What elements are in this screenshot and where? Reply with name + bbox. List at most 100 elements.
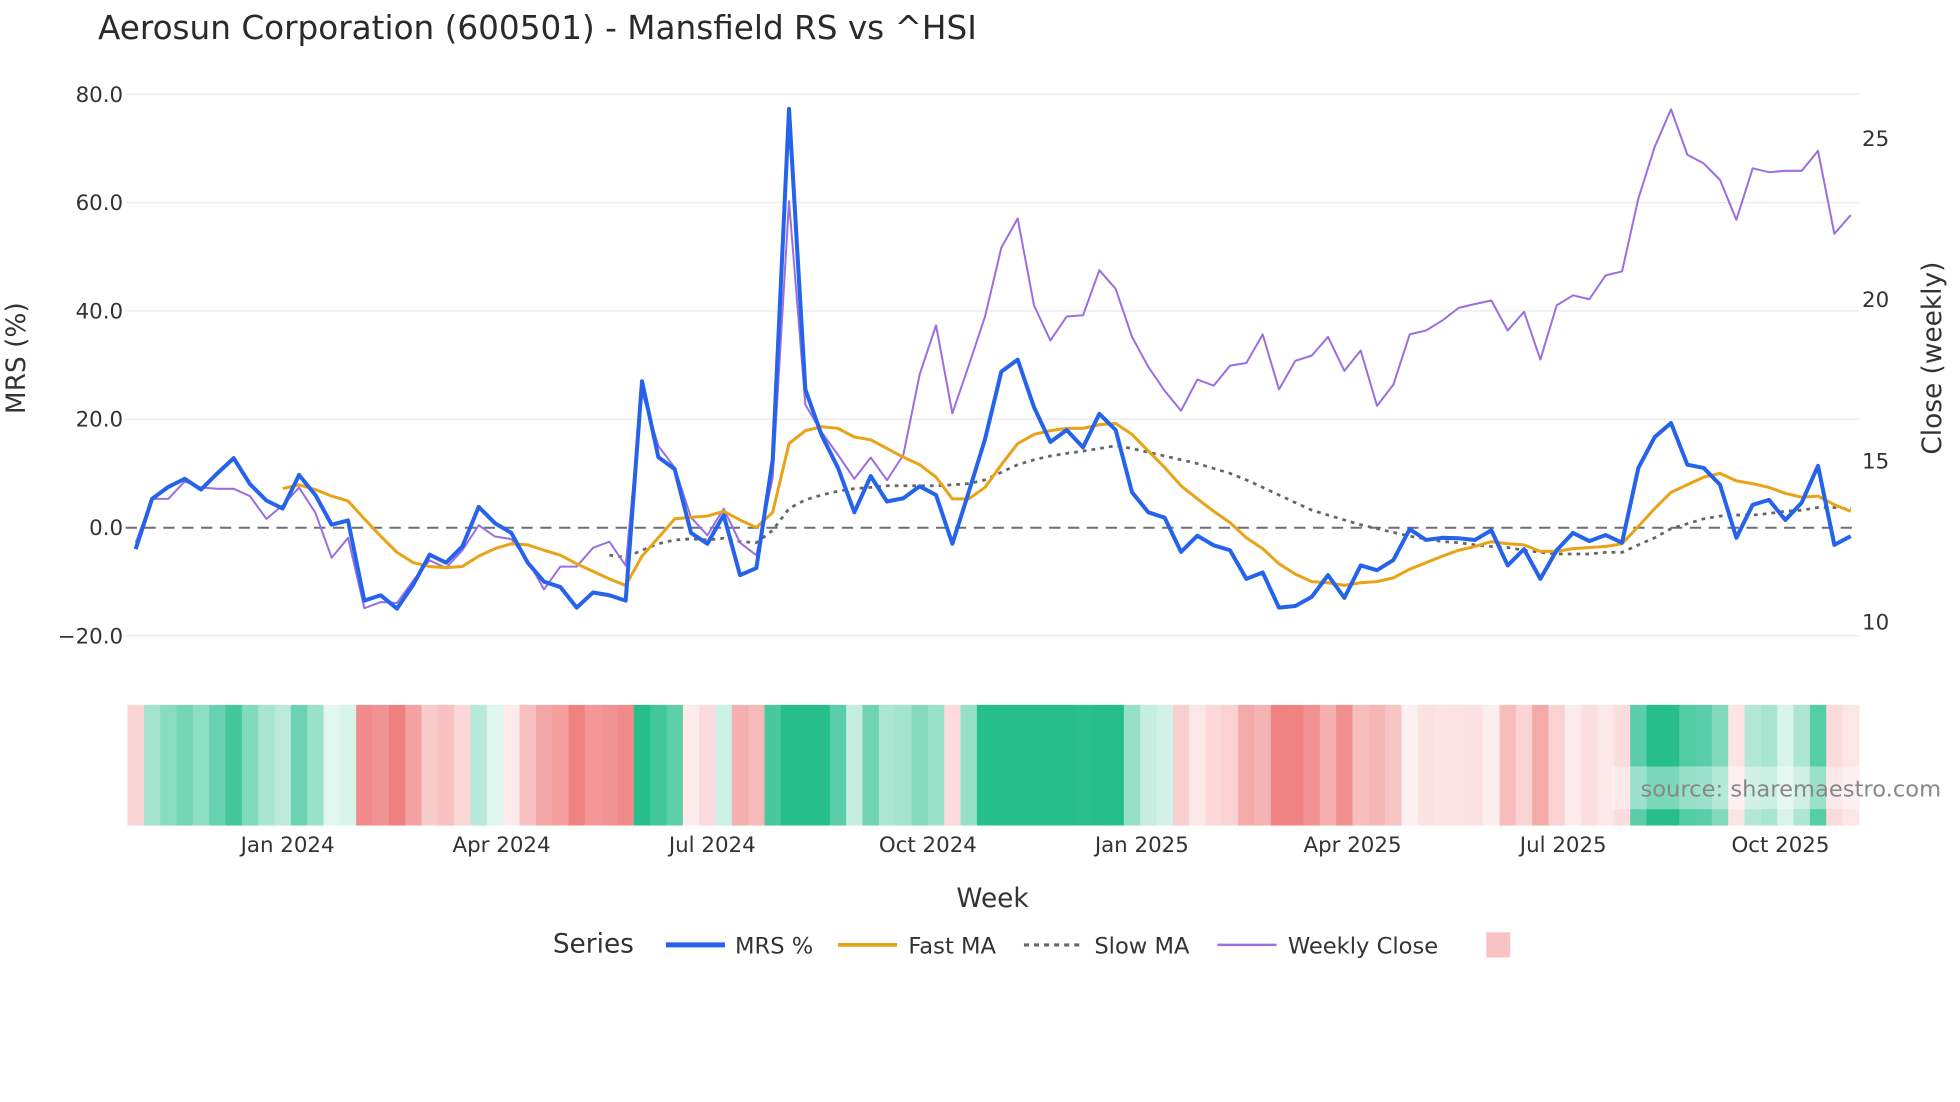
source-annotation: source: sharemaestro.com <box>1611 766 1941 810</box>
mrs-heatmap <box>127 704 1860 826</box>
series-line-fast-ma <box>282 421 1852 587</box>
heatmap-cell <box>323 704 341 826</box>
legend-item-fast-ma[interactable]: Fast MA <box>838 934 997 960</box>
heatmap-cell <box>601 704 619 826</box>
heatmap-cell <box>1238 704 1256 826</box>
legend: Series MRS % Fast MA Slow MA Weekly Clos… <box>553 929 1511 960</box>
x-tick-label: Apr 2025 <box>1304 833 1402 858</box>
heatmap-cell <box>976 704 994 826</box>
y-tick-label: 40.0 <box>76 299 124 324</box>
x-tick-label: Jan 2025 <box>1093 833 1189 858</box>
y-tick-label: 0.0 <box>89 516 123 541</box>
heatmap-cell <box>650 704 668 826</box>
heatmap-cell <box>1336 704 1354 826</box>
y2-tick-label: 10 <box>1862 611 1889 636</box>
legend-item-weekly-close[interactable]: Weekly Close <box>1217 934 1438 960</box>
heatmap-cell <box>1025 704 1043 826</box>
y-tick-label: 20.0 <box>76 408 124 433</box>
heatmap-cell <box>339 704 357 826</box>
heatmap-cell <box>143 704 161 826</box>
heatmap-cell <box>1352 704 1370 826</box>
x-axis-title: Week <box>956 884 1029 914</box>
heatmap-cell <box>1140 704 1158 826</box>
heatmap-cell <box>1189 704 1207 826</box>
heatmap-cell <box>1564 704 1582 826</box>
heatmap-cell <box>797 704 815 826</box>
heatmap-cell <box>862 704 880 826</box>
heatmap-cell <box>225 704 243 826</box>
heatmap-cell <box>829 704 847 826</box>
x-tick-label: Jul 2025 <box>1518 833 1607 858</box>
legend-label: MRS % <box>735 934 813 960</box>
source-label: source: sharemaestro.com <box>1640 777 1941 803</box>
heatmap-cell <box>1385 704 1403 826</box>
heatmap-cell <box>307 704 325 826</box>
heatmap-cell <box>1319 704 1337 826</box>
heatmap-cell <box>470 704 488 826</box>
x-tick-label: Apr 2024 <box>453 833 551 858</box>
y2-axis-title: Close (weekly) <box>1918 262 1948 455</box>
heatmap-cell <box>780 704 798 826</box>
heatmap-cell <box>241 704 259 826</box>
heatmap-cell <box>911 704 929 826</box>
heatmap-cell <box>1581 704 1599 826</box>
y-axis-title: MRS (%) <box>2 302 32 414</box>
heatmap-cell <box>1303 704 1321 826</box>
series-lines <box>133 106 1852 611</box>
heatmap-cell <box>748 704 766 826</box>
heatmap-cell <box>1172 704 1190 826</box>
heatmap-cell <box>127 704 145 826</box>
x-axis-ticks: Jan 2024 Apr 2024 Jul 2024 Oct 2024 Jan 2025… <box>239 833 1830 858</box>
heatmap-cell <box>1058 704 1076 826</box>
legend-title: Series <box>553 929 634 959</box>
heatmap-cell <box>258 704 276 826</box>
heatmap-cell <box>405 704 423 826</box>
legend-label: Fast MA <box>908 934 996 960</box>
y-tick-label: 60.0 <box>76 191 124 216</box>
x-tick-label: Oct 2024 <box>879 833 977 858</box>
heatmap-cell <box>1091 704 1109 826</box>
heatmap-cell <box>993 704 1011 826</box>
heatmap-cell <box>486 704 504 826</box>
series-line-mrs <box>133 106 1852 611</box>
heatmap-cell <box>568 704 586 826</box>
y2-tick-label: 15 <box>1862 449 1889 474</box>
heatmap-cell <box>878 704 896 826</box>
heatmap-cell <box>519 704 537 826</box>
heatmap-cell <box>1042 704 1060 826</box>
heatmap-cell <box>715 704 733 826</box>
heatmap-cell <box>584 704 602 826</box>
heatmap-cell <box>274 704 292 826</box>
heatmap-cell <box>960 704 978 826</box>
heatmap-cell <box>454 704 472 826</box>
heatmap-cell <box>633 704 651 826</box>
heatmap-cell <box>1417 704 1435 826</box>
heatmap-cell <box>944 704 962 826</box>
y-tick-label: −20.0 <box>58 624 123 649</box>
legend-item-heatmap-swatch[interactable] <box>1486 932 1511 958</box>
legend-item-slow-ma[interactable]: Slow MA <box>1023 934 1190 960</box>
heatmap-cell <box>1434 704 1452 826</box>
heatmap-cell <box>176 704 194 826</box>
heatmap-cell <box>535 704 553 826</box>
legend-item-mrs[interactable]: MRS % <box>665 934 813 960</box>
gridlines <box>125 93 1860 637</box>
heatmap-cell <box>1466 704 1484 826</box>
chart-title: Aerosun Corporation (600501) - Mansfield… <box>98 9 977 47</box>
heatmap-cell <box>1270 704 1288 826</box>
legend-label: Weekly Close <box>1288 934 1438 960</box>
series-line-weekly-close <box>134 108 1852 610</box>
heatmap-cell <box>1483 704 1501 826</box>
heatmap-cell <box>1368 704 1386 826</box>
heatmap-cell <box>1107 704 1125 826</box>
heatmap-cell <box>699 704 717 826</box>
heatmap-cell <box>1254 704 1272 826</box>
heatmap-cell <box>1548 704 1566 826</box>
heatmap-cell <box>895 704 913 826</box>
heatmap-cell <box>1156 704 1174 826</box>
heatmap-cell <box>290 704 308 826</box>
heatmap-cell <box>1401 704 1419 826</box>
heatmap-cell <box>437 704 455 826</box>
y2-axis-ticks: 25 20 15 10 <box>1862 127 1889 636</box>
x-tick-label: Jan 2024 <box>239 833 335 858</box>
